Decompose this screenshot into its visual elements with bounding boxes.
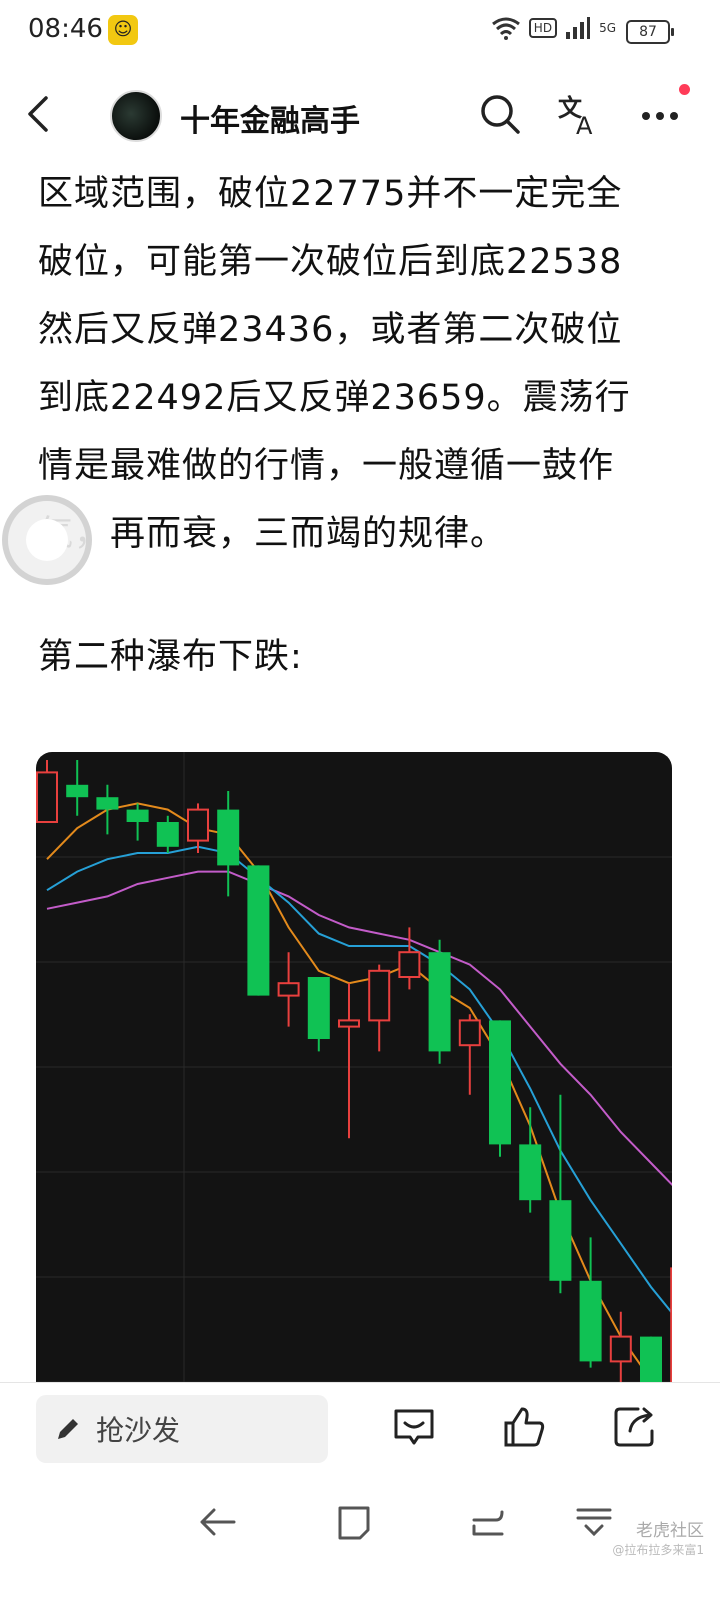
- candle-body-down: [519, 1144, 542, 1201]
- system-nav-bar: 老虎社区 @拉布拉多来富1: [0, 1480, 720, 1600]
- candle-body-up: [670, 1267, 672, 1392]
- status-time: 08:46: [28, 14, 103, 44]
- candle-body-down: [66, 784, 89, 798]
- search-icon[interactable]: [476, 90, 524, 138]
- wifi-icon: [491, 17, 520, 40]
- ma-short-line: [46, 802, 665, 1392]
- candle-body-up: [368, 969, 391, 1022]
- candle-body-down: [489, 1020, 511, 1145]
- candle-body-up: [458, 1019, 481, 1047]
- watermark: 老虎社区 @拉布拉多来富1: [612, 1516, 704, 1558]
- comment-input[interactable]: 抢沙发: [36, 1395, 328, 1463]
- nav-back-icon[interactable]: [196, 1500, 240, 1544]
- ma-long-line: [46, 870, 672, 1186]
- back-arrow-icon[interactable]: [20, 92, 60, 136]
- hd-badge: HD: [528, 18, 558, 38]
- candle-body-up: [277, 982, 300, 997]
- candle-body-down: [156, 822, 179, 847]
- candle-body-down: [217, 809, 240, 866]
- nav-home-icon[interactable]: [332, 1500, 376, 1544]
- comment-placeholder: 抢沙发: [96, 1414, 181, 1447]
- chart-svg: [36, 752, 672, 1392]
- battery-indicator: 87: [626, 20, 674, 44]
- more-icon[interactable]: [636, 90, 684, 138]
- article-body: 区域范围，破位22775并不一定完全 破位，可能第一次破位后到底22538 然后…: [38, 160, 688, 568]
- avatar[interactable]: [110, 90, 162, 142]
- status-bar: 08:46 ☺ HD 5G 87: [0, 0, 720, 62]
- candle-body-down: [126, 809, 149, 822]
- candle-body-up: [36, 771, 58, 823]
- candle-body-down: [247, 865, 270, 996]
- article-line: 区域范围，破位22775并不一定完全: [38, 174, 623, 214]
- article-line: 情是最难做的行情，一般遵循一鼓作: [38, 446, 615, 486]
- svg-text:A: A: [576, 112, 593, 138]
- article-line: 到底22492后又反弹23659。震荡行: [38, 378, 631, 418]
- notification-dot: [679, 84, 690, 95]
- article-line: 破位，可能第一次破位后到底22538: [38, 242, 623, 282]
- section-subheading: 第二种瀑布下跌:: [38, 637, 303, 677]
- comment-icon[interactable]: [388, 1401, 440, 1453]
- article-line: 气，再而衰，三而竭的规律。: [38, 514, 507, 554]
- candle-body-down: [307, 977, 330, 1039]
- candle-body-up: [338, 1019, 360, 1028]
- candle-body-up: [187, 808, 209, 842]
- candle-body-up: [398, 951, 421, 978]
- candle-body-down: [549, 1200, 572, 1281]
- candlestick-chart[interactable]: [36, 752, 672, 1392]
- candle-body-down: [428, 952, 451, 1052]
- nav-recents-icon[interactable]: [466, 1500, 510, 1544]
- candle-body-down: [96, 797, 119, 810]
- floating-assistive-button[interactable]: [2, 495, 92, 585]
- pencil-icon: [58, 1419, 78, 1439]
- watermark-main: 老虎社区: [636, 1521, 704, 1541]
- account-name[interactable]: 十年金融高手: [180, 96, 360, 140]
- watermark-sub: @拉布拉多来富1: [612, 1543, 704, 1557]
- nav-menu-icon[interactable]: [572, 1500, 616, 1544]
- app-notification-icon: ☺: [108, 15, 138, 45]
- candle-body-down: [579, 1280, 602, 1362]
- signal-5g-label: 5G: [599, 21, 616, 35]
- signal-icon: [566, 17, 591, 39]
- like-icon[interactable]: [498, 1401, 550, 1453]
- bottom-action-bar: 抢沙发: [0, 1382, 720, 1481]
- article-line: 然后又反弹23436，或者第二次破位: [38, 310, 623, 350]
- candle-body-up: [609, 1335, 632, 1363]
- article-header: 十年金融高手 文 A: [0, 72, 720, 158]
- share-icon[interactable]: [608, 1401, 660, 1453]
- translate-icon[interactable]: 文 A: [554, 90, 602, 138]
